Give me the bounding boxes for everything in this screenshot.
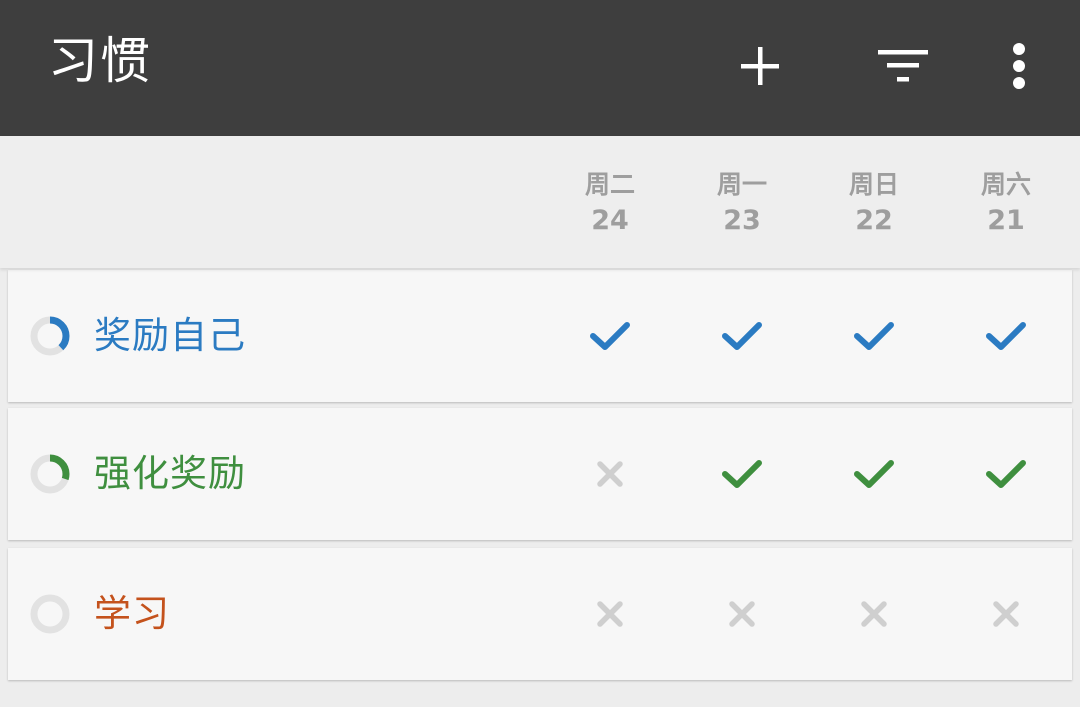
day-number: 22 (855, 205, 893, 236)
check-icon (722, 460, 762, 488)
x-icon (993, 601, 1019, 627)
day-column-header: 周一 23 (687, 168, 797, 240)
day-name: 周日 (848, 170, 899, 199)
filter-button[interactable] (861, 24, 945, 108)
checkmark-toggle[interactable] (844, 306, 904, 366)
checkmark-toggle[interactable] (712, 584, 772, 644)
checkmark-toggle[interactable] (712, 444, 772, 504)
checkmark-toggle[interactable] (712, 306, 772, 366)
day-number: 21 (987, 205, 1025, 236)
x-icon (729, 601, 755, 627)
add-icon (741, 47, 779, 85)
check-icon (854, 322, 894, 350)
habit-row[interactable]: 学习 (8, 548, 1072, 680)
day-column-header: 周日 22 (819, 168, 929, 240)
habit-name: 强化奖励 (94, 452, 246, 495)
checkmark-toggle[interactable] (580, 444, 640, 504)
add-habit-button[interactable] (718, 24, 802, 108)
habit-name: 奖励自己 (94, 314, 246, 357)
habit-score-ring-icon (30, 454, 70, 494)
habit-row[interactable]: 强化奖励 (8, 408, 1072, 540)
habit-score-ring-icon (30, 594, 70, 634)
checkmark-toggle[interactable] (844, 584, 904, 644)
day-column-header: 周二 24 (555, 168, 665, 240)
check-icon (854, 460, 894, 488)
habit-score-ring-icon (30, 316, 70, 356)
day-name: 周二 (584, 170, 635, 199)
check-icon (986, 460, 1026, 488)
habit-row[interactable]: 奖励自己 (8, 270, 1072, 402)
checkmark-toggle[interactable] (976, 444, 1036, 504)
x-icon (597, 601, 623, 627)
checkmark-toggle[interactable] (976, 306, 1036, 366)
x-icon (861, 601, 887, 627)
x-icon (597, 461, 623, 487)
more-options-button[interactable] (977, 24, 1061, 108)
day-name: 周一 (716, 170, 767, 199)
check-icon (590, 322, 630, 350)
check-icon (986, 322, 1026, 350)
date-header: 周二 24 周一 23 周日 22 周六 21 (0, 136, 1080, 268)
day-number: 23 (723, 205, 761, 236)
checkmark-toggle[interactable] (580, 584, 640, 644)
more-vert-icon (1013, 43, 1025, 89)
checkmark-toggle[interactable] (580, 306, 640, 366)
checkmark-toggle[interactable] (976, 584, 1036, 644)
page-title: 习惯 (48, 32, 152, 90)
day-number: 24 (591, 205, 629, 236)
checkmark-toggle[interactable] (844, 444, 904, 504)
app-bar: 习惯 (0, 0, 1080, 136)
day-name: 周六 (980, 170, 1031, 199)
check-icon (722, 322, 762, 350)
day-column-header: 周六 21 (951, 168, 1061, 240)
filter-icon (878, 50, 928, 82)
habit-name: 学习 (94, 592, 170, 635)
